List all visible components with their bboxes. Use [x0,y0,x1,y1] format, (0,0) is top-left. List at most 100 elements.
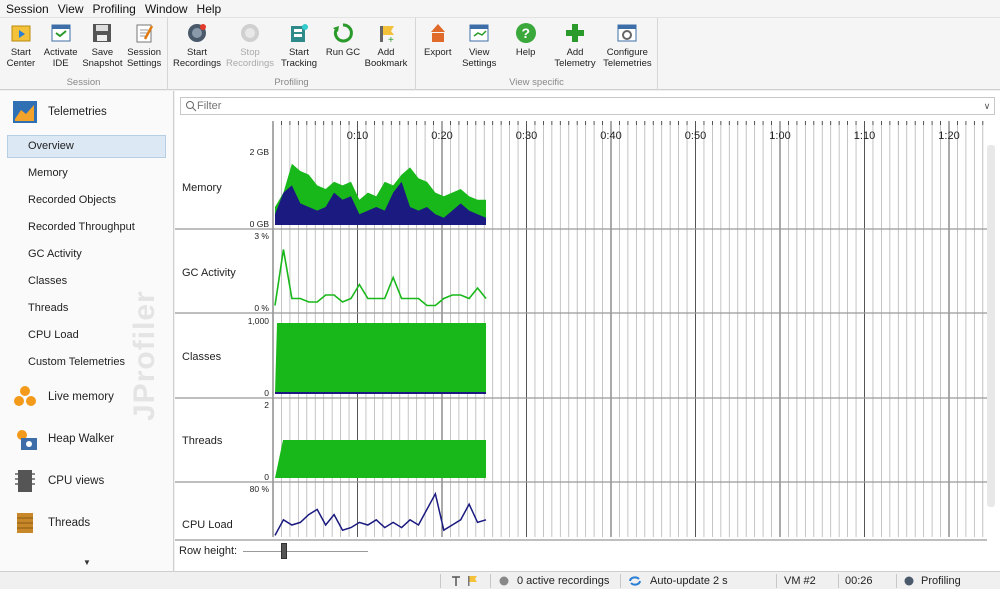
status-time: 00:26 [845,575,873,587]
export-button[interactable]: Export [418,18,458,76]
section-telemetries[interactable]: Telemetries [0,91,173,133]
row-min-label: 0 [264,388,269,398]
menu-bar: Session View Profiling Window Help [0,0,1000,18]
row-height-control: Row height: [179,542,369,559]
time-tick-label: 0:30 [516,130,537,142]
live-memory-icon [12,384,38,410]
pin-icon [452,576,460,586]
stop-recordings-icon [238,21,262,45]
threads-area [275,440,486,478]
status-bar: 0 active recordings Auto-update 2 s VM #… [0,571,1000,589]
row-label-threads: Threads [182,435,223,447]
menu-help[interactable]: Help [194,2,225,16]
row-max-label: 2 [264,400,269,410]
toolbar-group-view-specific: Export View Settings ? Help Add Telemetr… [416,18,658,90]
section-live-memory-label: Live memory [48,391,114,403]
time-tick-label: 0:50 [685,130,706,142]
time-tick-label: 0:20 [431,130,452,142]
time-tick-label: 0:40 [600,130,621,142]
section-cpu-views-label: CPU views [48,475,105,487]
run-gc-icon [331,21,355,45]
heap-walker-icon [12,426,38,452]
activate-ide-icon [49,21,73,45]
telemetry-charts: 0:10 0:20 0:30 0:40 0:50 1:00 1:10 1:20 2 GB 0 GB… [175,121,987,541]
add-bookmark-button[interactable]: + Add Bookmark [364,18,408,76]
status-separator [490,574,491,588]
cpu-views-icon [12,468,38,494]
toolbar-group-label-profiling: Profiling [274,77,309,88]
section-cpu-views[interactable]: CPU views [0,460,173,502]
jprofiler-watermark: JProfiler [128,290,161,421]
view-settings-button[interactable]: View Settings [458,18,501,76]
more-sections-arrow-icon[interactable]: ▼ [83,558,91,567]
toolbar-group-label-view-specific: View specific [509,77,564,88]
status-recordings: 0 active recordings [498,572,609,589]
status-vm: VM #2 [784,575,816,587]
row-max-label: 1,000 [248,316,270,326]
nav-item-gc-activity[interactable]: GC Activity [0,241,173,268]
nav-item-overview[interactable]: Overview [7,135,166,158]
section-telemetries-label: Telemetries [48,106,107,118]
menu-window[interactable]: Window [142,2,191,16]
add-telemetry-button[interactable]: Add Telemetry [550,18,599,76]
telemetry-overview-panel: ∨ 0:100:200:300:400:501:001:101:202 GB0 … [175,91,1000,571]
configure-telemetries-button[interactable]: Configure Telemetries [600,18,655,76]
row-max-label: 3 % [254,231,269,241]
start-recordings-button[interactable]: Start Recordings [170,18,224,76]
status-mode: Profiling [903,572,961,589]
time-tick-label: 1:00 [769,130,790,142]
nav-item-memory[interactable]: Memory [0,160,173,187]
time-tick-label: 1:10 [854,130,875,142]
start-tracking-button[interactable]: Start Tracking [276,18,322,76]
configure-telemetries-icon [615,21,639,45]
status-autoupdate[interactable]: Auto-update 2 s [628,572,728,589]
row-height-slider-thumb[interactable] [281,542,288,559]
menu-profiling[interactable]: Profiling [90,2,139,16]
status-separator [440,574,441,588]
start-tracking-icon [287,21,311,45]
status-separator [896,574,897,588]
toolbar-group-session: Start Center Activate IDE Save Snapshot … [0,18,168,90]
start-recordings-icon [185,21,209,45]
activate-ide-button[interactable]: Activate IDE [40,18,82,76]
flag-icon [468,576,477,586]
start-center-icon [9,21,33,45]
row-height-slider[interactable] [243,542,369,559]
row-min-label: 0 % [254,303,269,313]
vertical-scrollbar[interactable] [987,145,995,507]
section-threads-label: Threads [48,517,91,529]
run-gc-button[interactable]: Run GC [322,18,364,76]
view-settings-icon [467,21,491,45]
menu-view[interactable]: View [55,2,87,16]
row-label-memory: Memory [182,182,222,194]
row-label-cpu-load: CPU Load [182,519,233,531]
row-min-label: 0 GB [250,219,270,229]
nav-item-recorded-throughput[interactable]: Recorded Throughput [0,214,173,241]
menu-session[interactable]: Session [3,2,52,16]
row-min-label: 0 [264,472,269,482]
status-bookmark-tools[interactable] [450,572,478,589]
row-height-label: Row height: [179,545,238,557]
section-heap-walker-label: Heap Walker [48,433,115,445]
save-snapshot-button[interactable]: Save Snapshot [82,18,124,76]
section-threads[interactable]: Threads [0,502,173,544]
stop-recordings-button[interactable]: Stop Recordings [224,18,276,76]
status-separator [776,574,777,588]
telemetries-icon [12,99,38,125]
row-label-gc-activity: GC Activity [182,267,236,279]
start-center-button[interactable]: Start Center [2,18,40,76]
toolbar-group-profiling: Start Recordings Stop Recordings Start T… [168,18,416,90]
nav-item-recorded-objects[interactable]: Recorded Objects [0,187,173,214]
help-button[interactable]: ? Help [501,18,550,76]
section-heap-walker[interactable]: Heap Walker [0,418,173,460]
session-settings-button[interactable]: Session Settings [123,18,165,76]
export-icon [426,21,450,45]
recording-indicator-icon [499,576,509,586]
refresh-icon [629,576,641,586]
jprofiler-window: Session View Profiling Window Help Start… [0,0,1000,589]
profiling-mode-icon [904,576,914,586]
session-settings-icon [132,21,156,45]
toolbar: Start Center Activate IDE Save Snapshot … [0,18,1000,90]
threads-icon [12,510,38,536]
save-snapshot-icon [90,21,114,45]
